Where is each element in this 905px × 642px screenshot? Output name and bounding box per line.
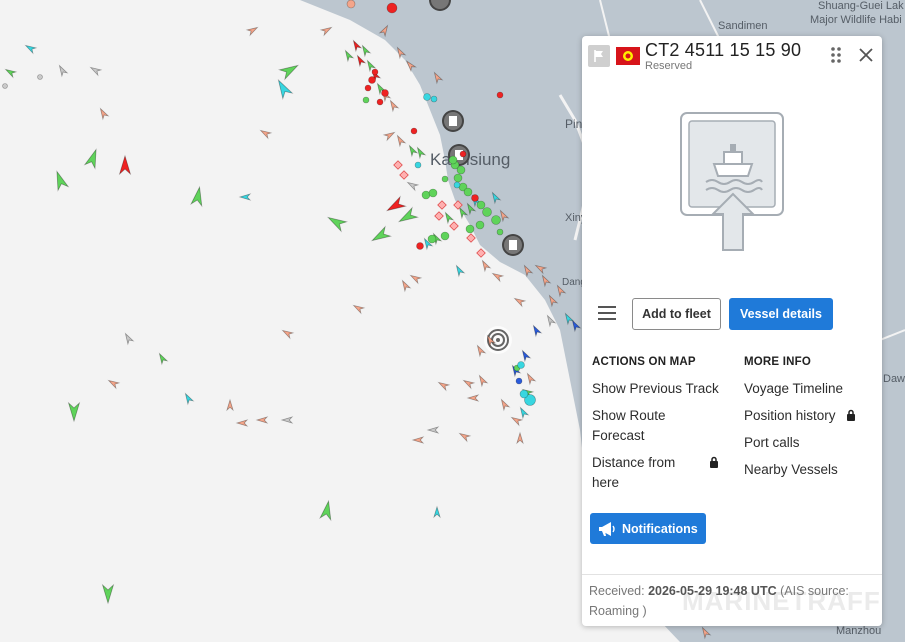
vessel-marker[interactable] [453,173,463,183]
vessel-marker[interactable] [456,165,466,175]
vessel-marker[interactable] [368,76,376,84]
actions-on-map-title: ACTIONS ON MAP [592,356,696,368]
panel-header: CT2 4511 15 15 90 Reserved [582,36,882,80]
map-label-shuanggui-2: Major Wildlife Habi [810,14,902,26]
actions-on-map-section: ACTIONS ON MAP Show Previous Track Show … [592,356,732,500]
vessel-marker[interactable] [515,377,523,385]
footer-divider [582,574,882,575]
add-to-fleet-button[interactable]: Add to fleet [632,298,721,330]
distance-from-here-label: Distance from here [592,455,676,490]
vessel-name: CT2 4511 15 15 90 [645,40,802,60]
flag-icon[interactable] [588,45,610,67]
vessel-marker[interactable] [362,96,370,104]
vessel-marker[interactable] [465,224,475,234]
menu-icon[interactable] [597,305,617,321]
vessel-marker[interactable] [376,98,384,106]
vessel-marker[interactable] [496,228,504,236]
lock-icon [710,456,718,468]
received-time: 2026-05-29 19:48 UTC [648,584,777,598]
vessel-marker[interactable] [459,150,467,158]
position-history-link[interactable]: Position history [744,406,879,426]
notifications-label: Notifications [622,521,698,536]
map-label-shuanggui-1: Shuang-Guei Lak [818,0,904,12]
vessel-info-panel: CT2 4511 15 15 90 Reserved Add to fleet … [582,36,882,626]
vessel-marker[interactable] [428,188,438,198]
vessel-marker[interactable] [463,187,473,197]
map-label-sandimen: Sandimen [718,20,768,32]
show-route-forecast-link[interactable]: Show Route Forecast [592,406,682,446]
vessel-marker[interactable] [427,234,437,244]
vessel-marker[interactable] [482,207,492,217]
close-icon[interactable] [857,46,875,64]
vessel-marker[interactable] [441,175,449,183]
vessel-placeholder-icon [680,112,784,251]
vessel-marker[interactable] [346,0,356,9]
map-label-daw: Daw [883,373,905,385]
panel-footer: Received: 2026-05-29 19:48 UTC (AIS sour… [589,581,879,621]
kyrgyzstan-flag-icon [616,47,640,65]
more-info-title: MORE INFO [744,356,811,368]
vessel-marker[interactable] [2,83,8,89]
vessel-marker[interactable] [423,93,431,101]
drag-handle-icon[interactable] [830,46,842,64]
more-info-section: MORE INFO Voyage Timeline Position histo… [744,356,879,487]
vessel-marker[interactable] [519,389,529,399]
vessel-marker[interactable] [471,194,479,202]
vessel-marker[interactable] [386,2,398,14]
distance-from-here-link[interactable]: Distance from here [592,453,732,493]
show-previous-track-link[interactable]: Show Previous Track [592,379,732,399]
position-history-label: Position history [744,408,836,423]
vessel-marker[interactable] [491,215,501,225]
received-label: Received: [589,584,645,598]
vessel-marker[interactable] [496,91,504,99]
notifications-button[interactable]: Notifications [590,513,706,544]
voyage-timeline-link[interactable]: Voyage Timeline [744,379,879,399]
vessel-marker[interactable] [414,161,422,169]
vessel-marker[interactable] [381,89,389,97]
vessel-status: Reserved [645,60,693,72]
nearby-vessels-link[interactable]: Nearby Vessels [744,460,879,480]
vessel-marker[interactable] [448,155,458,165]
vessel-marker[interactable] [416,242,424,250]
megaphone-icon [599,521,615,536]
vessel-marker[interactable] [453,181,461,189]
vessel-marker[interactable] [37,74,43,80]
map-label-pin: Pin [565,117,582,131]
vessel-marker[interactable] [430,95,438,103]
map-label-manzhou: Manzhou [836,625,881,637]
port-marker[interactable] [502,234,524,256]
vessel-marker[interactable] [517,361,525,369]
port-marker[interactable] [442,110,464,132]
lock-icon [847,409,855,421]
vessel-details-button[interactable]: Vessel details [729,298,833,330]
vessel-marker[interactable] [475,220,485,230]
panel-toolbar: Add to fleet Vessel details [582,296,882,332]
vessel-marker[interactable] [371,68,379,76]
vessel-marker[interactable] [476,200,486,210]
map-label-kaohsiung: Kaohsiung [430,150,510,169]
vessel-marker[interactable] [410,127,418,135]
vessel-marker[interactable] [364,84,372,92]
port-calls-link[interactable]: Port calls [744,433,879,453]
vessel-marker[interactable] [440,231,450,241]
